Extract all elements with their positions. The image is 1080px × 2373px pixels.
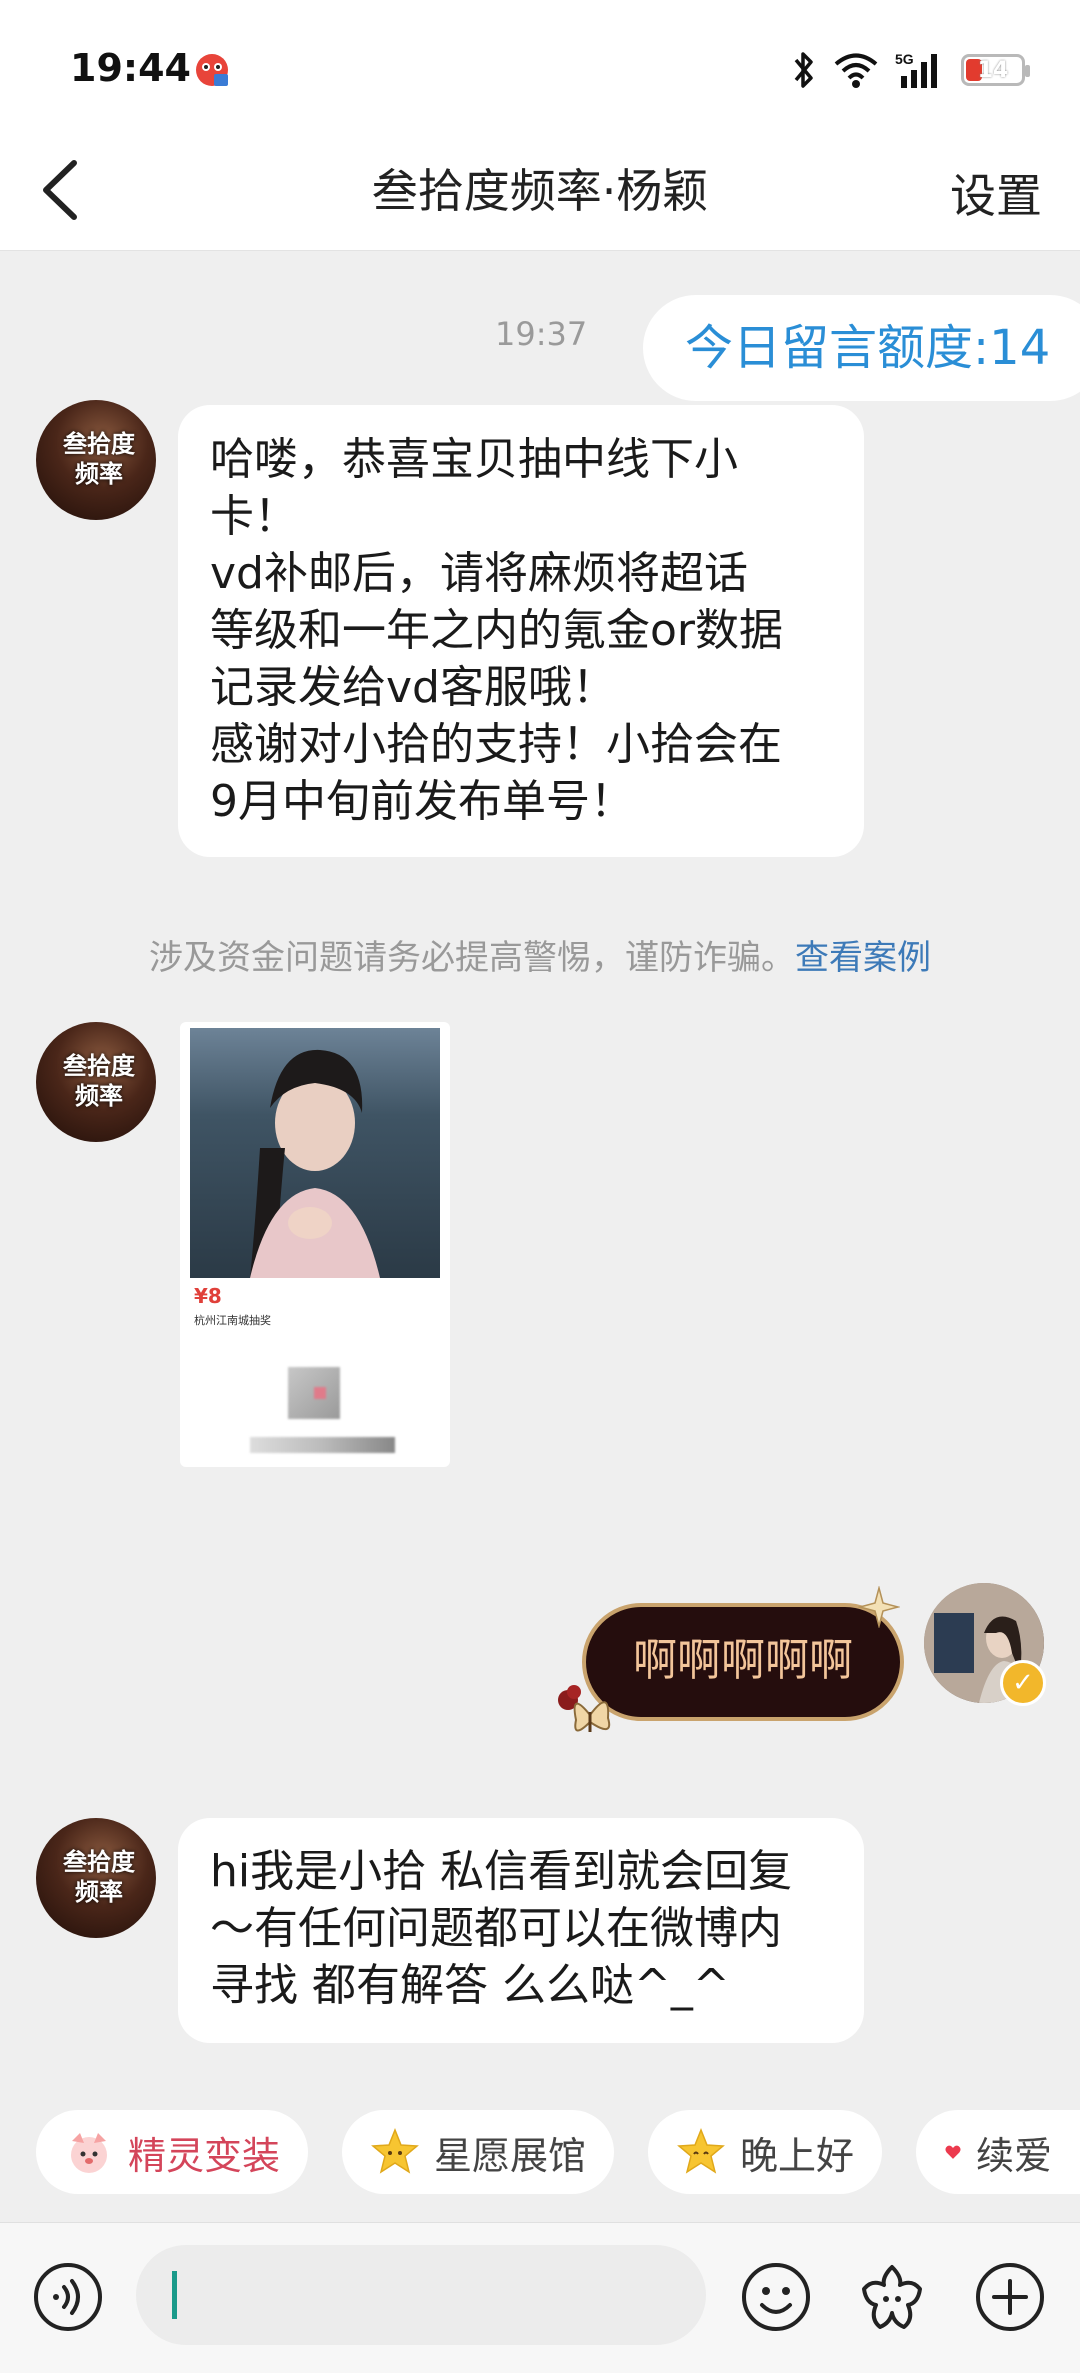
settings-button[interactable]: 设置: [950, 160, 1042, 226]
chip-good-evening[interactable]: 晚上好: [648, 2110, 883, 2194]
chip-wish-gallery[interactable]: 星愿展馆: [342, 2110, 615, 2194]
cellular-5g-icon: 5G: [895, 51, 937, 88]
chip-label: 精灵变装: [128, 2133, 281, 2178]
blurred-qr-code: [288, 1367, 340, 1419]
chip-spirit-costume[interactable]: 精灵变装: [36, 2110, 309, 2194]
sparkle-decoration-icon: [858, 1586, 900, 1628]
bluetooth-icon: [794, 52, 813, 88]
star-face-icon: [677, 2127, 725, 2174]
card-price: ¥8: [194, 1284, 222, 1308]
chip-label: 续爱: [975, 2133, 1052, 2178]
contact-avatar[interactable]: 叁拾度 频率: [36, 1022, 156, 1142]
message-timestamp: 19:37: [495, 315, 588, 353]
fox-face-icon: [71, 2133, 107, 2173]
contact-avatar[interactable]: 叁拾度 频率: [36, 400, 156, 520]
avatar-label: 频率: [75, 1081, 123, 1110]
contact-avatar[interactable]: 叁拾度 频率: [36, 1818, 156, 1938]
outgoing-message[interactable]: 啊啊啊啊啊: [582, 1603, 904, 1721]
chip-label: 晚上好: [740, 2133, 855, 2178]
view-cases-link[interactable]: 查看案例: [795, 938, 931, 978]
status-bar: 19:44 5G 14: [0, 0, 1080, 125]
star-face-icon: [371, 2127, 419, 2174]
quick-reply-chips: 精灵变装 星愿展馆 晚上好 续爱: [0, 2110, 1080, 2200]
avatar-label: 频率: [75, 459, 123, 488]
incoming-message[interactable]: hi我是小拾 私信看到就会回复 ～有任何问题都可以在微博内 寻找 都有解答 么么…: [178, 1818, 864, 2043]
add-attachment-icon[interactable]: [974, 2261, 1046, 2333]
chat-header: 叁拾度频率·杨颖 设置: [0, 125, 1080, 251]
page-title: 叁拾度频率·杨颖: [371, 164, 709, 218]
warning-text: 涉及资金问题请务必提高警惕，谨防诈骗。: [149, 938, 795, 978]
battery-icon: 14: [961, 54, 1030, 86]
svg-text:5G: 5G: [895, 51, 914, 67]
fraud-warning: 涉及资金问题请务必提高警惕，谨防诈骗。查看案例: [0, 930, 1080, 979]
emoji-icon[interactable]: [740, 2261, 812, 2333]
wifi-icon: [834, 53, 878, 88]
shared-card-message[interactable]: ¥8 杭州江南城抽奖: [180, 1022, 450, 1467]
blurred-text: [250, 1437, 395, 1453]
avatar-label: 频率: [75, 1877, 123, 1906]
chip-renew-love[interactable]: 续爱: [916, 2110, 1080, 2194]
verified-badge-icon: ✓: [1000, 1660, 1046, 1706]
message-input[interactable]: [136, 2245, 706, 2345]
butterfly-decoration-icon: [558, 1685, 611, 1732]
status-icons: 5G 14: [791, 48, 1030, 92]
incoming-message[interactable]: 哈喽，恭喜宝贝抽中线下小 卡！ vd补邮后，请将麻烦将超话 等级和一年之内的氪金…: [178, 405, 864, 857]
card-subtitle: 杭州江南城抽奖: [194, 1314, 271, 1327]
sticker-flower-icon[interactable]: [856, 2261, 928, 2333]
avatar-label: 叁拾度: [63, 1847, 135, 1876]
heart-icon: [945, 2145, 961, 2159]
portrait-image: [250, 1049, 380, 1278]
app-notification-icon: [192, 50, 232, 90]
chip-label: 星愿展馆: [434, 2133, 587, 2178]
voice-input-icon[interactable]: [32, 2261, 104, 2333]
status-time: 19:44: [70, 46, 191, 90]
message-quota-badge: 今日留言额度:14: [643, 295, 1080, 401]
avatar-label: 叁拾度: [63, 429, 135, 458]
avatar-label: 叁拾度: [63, 1051, 135, 1080]
text-caret: [172, 2271, 177, 2319]
battery-level: 14: [977, 57, 1009, 83]
card-photo: [190, 1028, 440, 1278]
input-bar: [0, 2222, 1080, 2373]
